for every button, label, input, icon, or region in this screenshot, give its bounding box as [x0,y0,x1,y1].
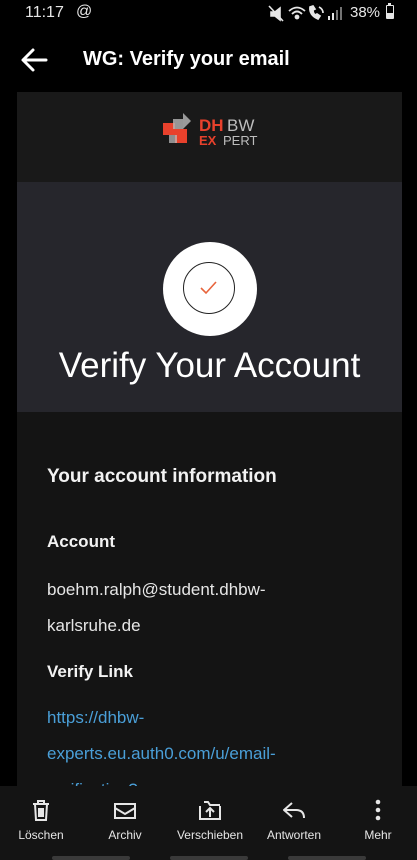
reply-button[interactable]: Antworten [260,786,328,846]
status-icons [268,4,342,22]
wifi-call-icon [309,4,324,21]
archive-label: Archiv [108,828,142,842]
mute-icon [268,5,284,22]
reply-label: Antworten [266,828,322,842]
account-label: Account [47,532,115,551]
verified-badge [163,242,257,336]
nav-hint-left [52,856,130,860]
logo-text-pert: PERT [223,133,257,148]
move-label: Verschieben [176,828,244,842]
delete-button[interactable]: Löschen [10,786,72,846]
move-button[interactable]: Verschieben [172,786,248,846]
more-label: Mehr [364,828,392,842]
at-icon: @ [76,3,93,20]
status-bar: 11:17 @ 38% [0,0,417,26]
verify-link-line3[interactable]: verification? [47,772,138,786]
account-email-line2: karlsruhe.de [47,616,141,635]
nav-hint-center [170,856,248,860]
trash-icon [33,800,49,821]
account-email-line1: boehm.ralph@student.dhbw- [47,580,266,599]
archive-icon [114,803,136,819]
signal-icon [328,7,342,20]
delete-label: Löschen [18,828,64,842]
move-icon [199,801,221,820]
verify-link-line1[interactable]: https://dhbw- [47,700,144,736]
wifi-icon [288,6,306,20]
verify-link-line2[interactable]: experts.eu.auth0.com/u/email- [47,736,276,772]
status-time: 11:17 [25,4,64,21]
check-ring [183,262,235,314]
bottom-toolbar: Löschen Archiv Verschieben Antworten Meh… [0,786,417,860]
battery-percent: 38% [350,4,381,21]
battery-icon [386,3,394,19]
reply-icon [283,802,305,819]
arrow-left-icon[interactable] [18,44,50,76]
battery-level-fill [387,13,393,18]
more-vertical-icon [375,799,381,821]
logo-mark [163,113,191,143]
dhbw-experts-logo: DH BW EX PERT [163,113,257,148]
archive-button[interactable]: Archiv [94,786,156,846]
section-title: Your account information [47,466,277,487]
more-button[interactable]: Mehr [354,786,402,846]
logo-text-ex: EX [199,133,217,148]
checkmark-icon [200,281,217,295]
page-title: WG: Verify your email [83,48,290,70]
app-header: WG: Verify your email [0,26,417,92]
hero-title: Verify Your Account [58,346,361,385]
verify-link-label: Verify Link [47,662,133,681]
nav-hint-right [288,856,366,860]
email-logo-area: DH BW EX PERT [17,92,402,182]
email-body: DH BW EX PERT Verify Your Account Your a… [17,92,402,786]
